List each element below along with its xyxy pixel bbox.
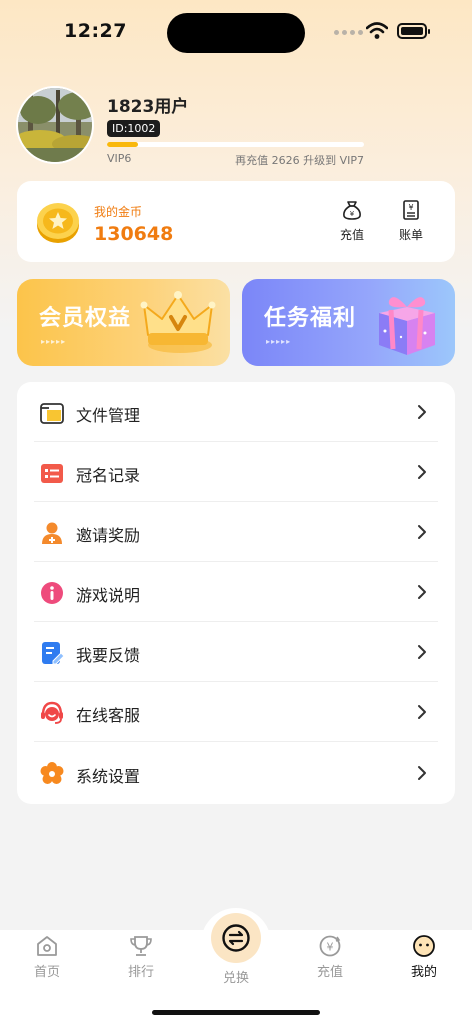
recharge-coin-icon: ¥ — [319, 935, 341, 957]
info-icon — [41, 582, 63, 604]
exchange-icon — [222, 924, 250, 952]
chevron-right-icon — [418, 465, 426, 479]
menu-item-label: 在线客服 — [76, 706, 141, 725]
svg-text:¥: ¥ — [327, 941, 334, 954]
chevron-right-icon — [418, 645, 426, 659]
list-icon — [41, 464, 63, 483]
battery-icon — [397, 23, 430, 39]
folder-icon — [40, 403, 64, 424]
chevron-right-icon — [418, 766, 426, 780]
tab-home[interactable]: 首页 — [17, 934, 77, 980]
vip-next-level-hint: 再充值 2626 升级到 VIP7 — [235, 154, 364, 167]
menu-item-feedback[interactable]: 我要反馈 — [17, 622, 455, 682]
vip-progress-bar — [107, 142, 364, 147]
wifi-icon — [366, 22, 388, 39]
recharge-label: 充值 — [339, 228, 364, 242]
coin-card: 我的金币 130648 ¥ 充值 ¥ 账单 — [17, 181, 455, 262]
vip-level: VIP6 — [107, 152, 132, 165]
gold-coin-icon — [37, 203, 79, 243]
invite-user-icon — [42, 522, 62, 544]
username: 1823用户 — [107, 97, 189, 117]
menu-item-invite-rewards[interactable]: 邀请奖励 — [17, 502, 455, 562]
menu-item-label: 邀请奖励 — [76, 526, 141, 545]
task-rewards-title: 任务福利 — [264, 306, 357, 331]
menu-separator — [34, 741, 438, 742]
menu-item-game-instructions[interactable]: 游戏说明 — [17, 562, 455, 622]
tab-mine-label: 我的 — [410, 965, 437, 980]
chevron-right-icon — [418, 405, 426, 419]
vip-benefits-banner[interactable]: 会员权益 ▸▸▸▸▸ — [17, 279, 230, 366]
vip-banner-arrows: ▸▸▸▸▸ — [41, 337, 67, 346]
crown-icon — [140, 291, 216, 353]
menu-item-system-settings[interactable]: 系统设置 — [17, 743, 455, 803]
chevron-right-icon — [418, 705, 426, 719]
menu-item-naming-records[interactable]: 冠名记录 — [17, 442, 455, 502]
menu-item-label: 冠名记录 — [76, 466, 141, 485]
menu-item-label: 游戏说明 — [76, 586, 141, 605]
settings-menu: 文件管理 冠名记录 邀请奖励 游戏说明 我要反馈 在线客服 系统设置 — [17, 382, 455, 804]
svg-text:¥: ¥ — [408, 203, 413, 212]
feedback-edit-icon — [42, 642, 65, 665]
task-banner-arrows: ▸▸▸▸▸ — [266, 337, 292, 346]
headset-icon — [41, 701, 63, 724]
avatar-photo — [18, 88, 92, 162]
menu-item-label: 系统设置 — [76, 767, 141, 786]
bill-label: 账单 — [398, 228, 423, 242]
menu-item-online-support[interactable]: 在线客服 — [17, 682, 455, 742]
tab-recharge-label: 充值 — [316, 965, 343, 980]
home-indicator — [152, 1010, 320, 1015]
home-icon — [37, 936, 57, 956]
coin-label: 我的金币 — [94, 205, 143, 219]
recharge-button[interactable]: ¥ 充值 — [332, 199, 372, 243]
tab-rank-label: 排行 — [127, 965, 154, 980]
smiley-face-icon — [413, 935, 435, 957]
tab-home-label: 首页 — [33, 965, 60, 980]
menu-item-file-management[interactable]: 文件管理 — [17, 382, 455, 442]
coin-balance: 130648 — [94, 223, 174, 245]
chevron-right-icon — [418, 585, 426, 599]
gift-box-icon — [379, 297, 435, 355]
tab-rank[interactable]: 排行 — [111, 934, 171, 980]
menu-item-label: 文件管理 — [76, 406, 141, 425]
chevron-right-icon — [418, 525, 426, 539]
money-bag-icon: ¥ — [343, 201, 361, 220]
cellular-signal-icon — [334, 30, 363, 35]
user-id-badge: ID:1002 — [107, 120, 161, 137]
tab-recharge[interactable]: ¥ 充值 — [300, 934, 360, 980]
dynamic-island — [167, 13, 305, 53]
bill-button[interactable]: ¥ 账单 — [391, 199, 431, 243]
vip-progress-fill — [107, 142, 138, 147]
avatar[interactable] — [16, 86, 94, 164]
settings-flower-icon — [40, 762, 64, 784]
svg-text:¥: ¥ — [350, 210, 355, 218]
tab-exchange-button[interactable] — [211, 913, 261, 963]
status-time: 12:27 — [64, 20, 127, 42]
vip-benefits-title: 会员权益 — [39, 306, 132, 331]
trophy-icon — [130, 936, 152, 956]
task-rewards-banner[interactable]: 任务福利 ▸▸▸▸▸ — [242, 279, 455, 366]
menu-item-label: 我要反馈 — [76, 646, 141, 665]
tab-exchange-label[interactable]: 兑换 — [206, 967, 266, 986]
bill-receipt-icon: ¥ — [403, 200, 419, 220]
tab-mine[interactable]: 我的 — [394, 934, 454, 980]
status-bar: 12:27 — [0, 0, 472, 60]
